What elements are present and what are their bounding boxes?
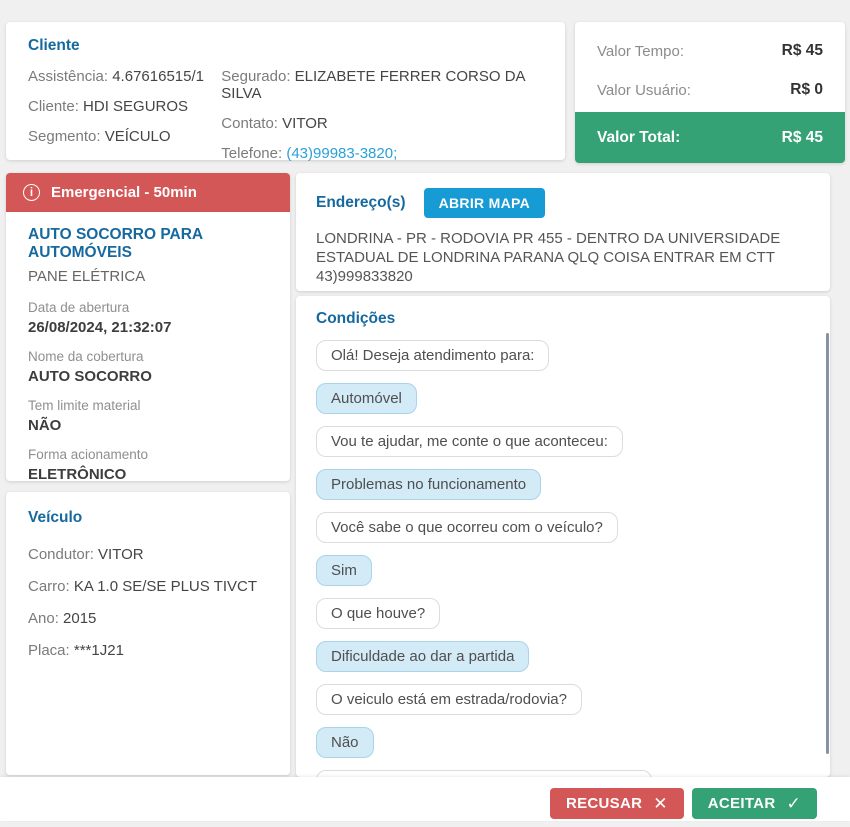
chat-bubble-user: Não (316, 727, 374, 758)
service-title: AUTO SOCORRO PARA AUTOMÓVEIS (28, 226, 203, 261)
address-header: Endereço(s) ABRIR MAPA (316, 188, 810, 218)
segment-field: Segmento: VEÍCULO (28, 128, 171, 145)
pricing-card: Valor Tempo: R$ 45 Valor Usuário: R$ 0 V… (575, 22, 845, 163)
service-card: AUTO SOCORRO PARA AUTOMÓVEIS PANE ELÉTRI… (6, 212, 290, 483)
chat-messages: Olá! Deseja atendimento para: Automóvel Vo… (316, 340, 810, 758)
year-field: Ano: 2015 (28, 610, 97, 627)
price-total-bar: Valor Total: R$ 45 (575, 112, 845, 163)
chat-bubble-bot: O veiculo está em estrada/rodovia? (316, 684, 582, 715)
chat-scrollbar[interactable] (826, 333, 829, 754)
emergency-label: Emergencial - 50min (51, 184, 197, 201)
plate-field: Placa: ***1J21 (28, 642, 124, 659)
close-icon: ✕ (653, 794, 668, 813)
price-row-time: Valor Tempo: R$ 45 (597, 42, 823, 60)
address-text: LONDRINA - PR - RODOVIA PR 455 - DENTRO … (316, 230, 781, 285)
address-card: Endereço(s) ABRIR MAPA LONDRINA - PR - R… (296, 173, 830, 291)
chat-bubble-user: Problemas no funcionamento (316, 469, 542, 500)
chat-bubble-user: Dificuldade ao dar a partida (316, 641, 530, 672)
reject-button[interactable]: RECUSAR ✕ (549, 788, 684, 819)
emergency-banner: i Emergencial - 50min (6, 173, 290, 212)
conditions-card: Condições Olá! Deseja atendimento para: A… (296, 296, 830, 777)
phone-field: Telefone: (43)99983-3820; (221, 145, 398, 162)
action-footer: RECUSAR ✕ ACEITAR ✓ (0, 777, 850, 821)
conditions-title: Condições (316, 310, 396, 327)
client-card: Cliente Assistência: 4.67616515/1 Client… (6, 22, 565, 162)
chat-bubble-user: Sim (316, 555, 372, 586)
assistance-field: Assistência: 4.67616515/1 (28, 68, 204, 85)
client-fields-left: Assistência: 4.67616515/1 Cliente: HDI S… (28, 68, 221, 162)
open-date-field: Data de abertura 26/08/2024, 21:32:07 (28, 300, 172, 336)
chat-bubble-bot: Você sabe o que ocorreu com o veículo? (316, 512, 618, 543)
service-subtitle: PANE ELÉTRICA (28, 268, 146, 285)
chat-bubble-partial (316, 770, 652, 777)
client-field: Cliente: HDI SEGUROS (28, 98, 189, 115)
vehicle-card: Veículo Condutor: VITOR Carro: KA 1.0 SE… (6, 492, 290, 775)
material-limit-field: Tem limite material NÃO (28, 398, 141, 434)
coverage-name-field: Nome da cobertura AUTO SOCORRO (28, 349, 152, 385)
chat-bubble-bot: O que houve? (316, 598, 441, 629)
accept-button[interactable]: ACEITAR ✓ (691, 788, 817, 819)
info-icon: i (23, 184, 40, 201)
address-title: Endereço(s) (316, 194, 406, 211)
insured-field: Segurado: ELIZABETE FERRER CORSO DA SILV… (221, 68, 525, 102)
driver-field: Condutor: VITOR (28, 546, 144, 563)
chat-bubble-bot: Vou te ajudar, me conte o que aconteceu: (316, 426, 623, 457)
vehicle-card-title: Veículo (28, 509, 83, 526)
chat-bubble-user: Automóvel (316, 383, 417, 414)
client-fields-right: Segurado: ELIZABETE FERRER CORSO DA SILV… (221, 68, 543, 162)
chat-bubble-bot: Olá! Deseja atendimento para: (316, 340, 550, 371)
check-icon: ✓ (786, 794, 801, 813)
client-fields: Assistência: 4.67616515/1 Cliente: HDI S… (28, 68, 543, 162)
open-map-button[interactable]: ABRIR MAPA (423, 188, 545, 218)
client-card-title: Cliente (28, 37, 80, 54)
price-row-user: Valor Usuário: R$ 0 (597, 81, 823, 99)
trigger-mode-field: Forma acionamento ELETRÔNICO (28, 447, 149, 483)
vehicle-fields: Condutor: VITOR Carro: KA 1.0 SE/SE PLUS… (28, 546, 268, 659)
assistance-dispatch-page: Cliente Assistência: 4.67616515/1 Client… (0, 0, 850, 827)
contact-field: Contato: VITOR (221, 115, 328, 132)
phone-link[interactable]: (43)99983-3820; (286, 145, 397, 162)
car-field: Carro: KA 1.0 SE/SE PLUS TIVCT (28, 578, 257, 595)
